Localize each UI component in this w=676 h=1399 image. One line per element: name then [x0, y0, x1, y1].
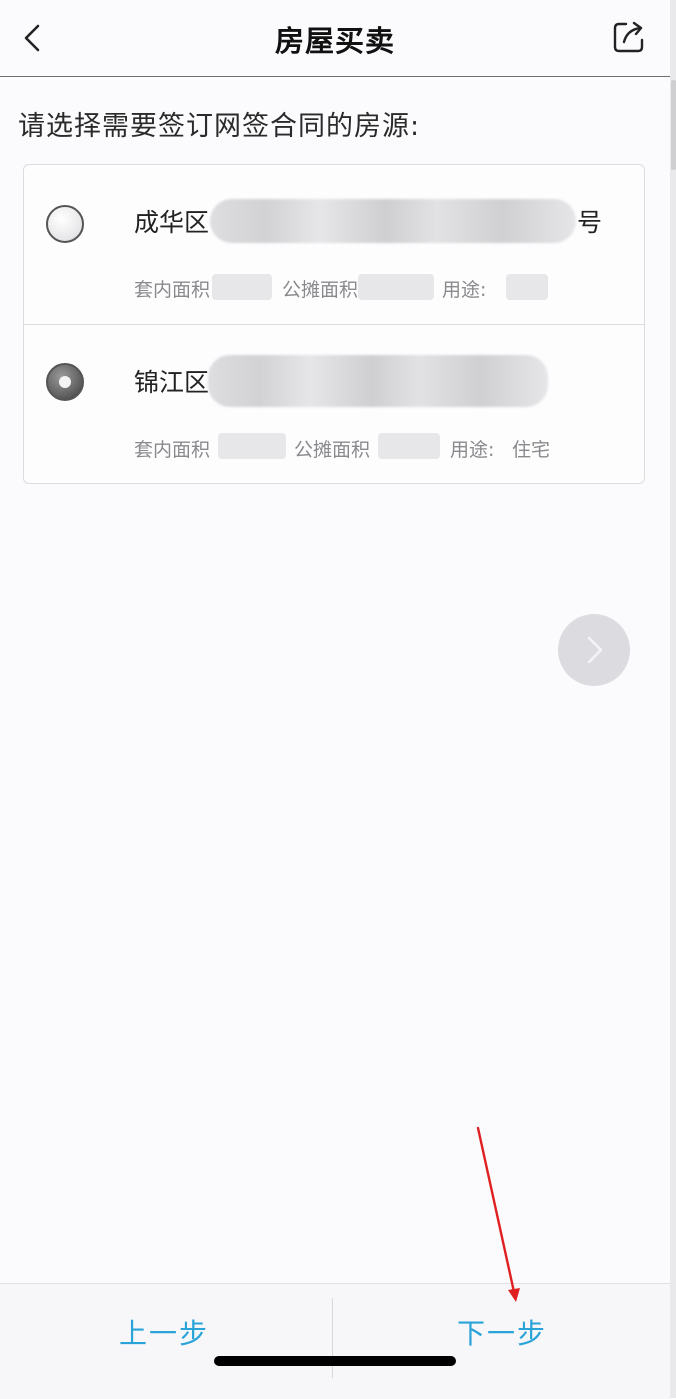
usage-label: 用途:	[450, 439, 495, 461]
radio-dot	[59, 376, 71, 388]
redacted-address	[210, 199, 576, 243]
property-item-2[interactable]: 锦江区 套内面积 公摊面积 用途: 住宅	[24, 324, 644, 484]
scroll-track	[670, 0, 676, 1398]
redacted-shared-area	[358, 274, 434, 300]
next-arrow-button[interactable]	[558, 614, 630, 686]
property-meta: 套内面积 公摊面积 用途:	[134, 274, 634, 305]
redacted-inner-area	[212, 274, 272, 300]
usage-value: 住宅	[512, 439, 551, 461]
shared-area-label: 公摊面积	[282, 279, 359, 301]
share-button[interactable]	[610, 18, 648, 56]
home-indicator	[214, 1356, 456, 1366]
next-step-button[interactable]: 下一步	[402, 1312, 602, 1352]
scrollbar[interactable]	[671, 80, 676, 170]
share-icon	[613, 21, 644, 53]
property-district: 成华区	[134, 208, 210, 237]
shared-area-label: 公摊面积	[294, 439, 371, 461]
redacted-usage	[506, 274, 548, 300]
chevron-right-icon	[587, 636, 603, 664]
page-title: 房屋买卖	[274, 24, 395, 58]
header-bar: 房屋买卖	[0, 0, 670, 77]
footer-bar: 上一步 下一步	[0, 1283, 670, 1399]
property-district: 锦江区	[134, 368, 210, 397]
selection-prompt: 请选择需要签订网签合同的房源:	[18, 111, 421, 142]
usage-label: 用途:	[442, 279, 487, 301]
prev-step-button[interactable]: 上一步	[64, 1312, 264, 1352]
footer-divider	[332, 1298, 333, 1378]
property-meta: 套内面积 公摊面积 用途: 住宅	[134, 433, 634, 465]
radio-button-checked[interactable]	[46, 363, 84, 401]
property-list: 成华区 号 套内面积 公摊面积 用途: 锦江区 套内面积 公摊面积 用途: 住宅	[23, 164, 645, 484]
redacted-address	[208, 355, 548, 407]
radio-button-unchecked[interactable]	[46, 205, 84, 243]
inner-area-label: 套内面积	[134, 279, 211, 301]
redacted-shared-area	[378, 433, 440, 459]
redacted-inner-area	[218, 433, 286, 459]
inner-area-label: 套内面积	[134, 439, 211, 461]
property-item-1[interactable]: 成华区 号 套内面积 公摊面积 用途:	[24, 165, 644, 324]
property-address-suffix: 号	[577, 208, 603, 237]
